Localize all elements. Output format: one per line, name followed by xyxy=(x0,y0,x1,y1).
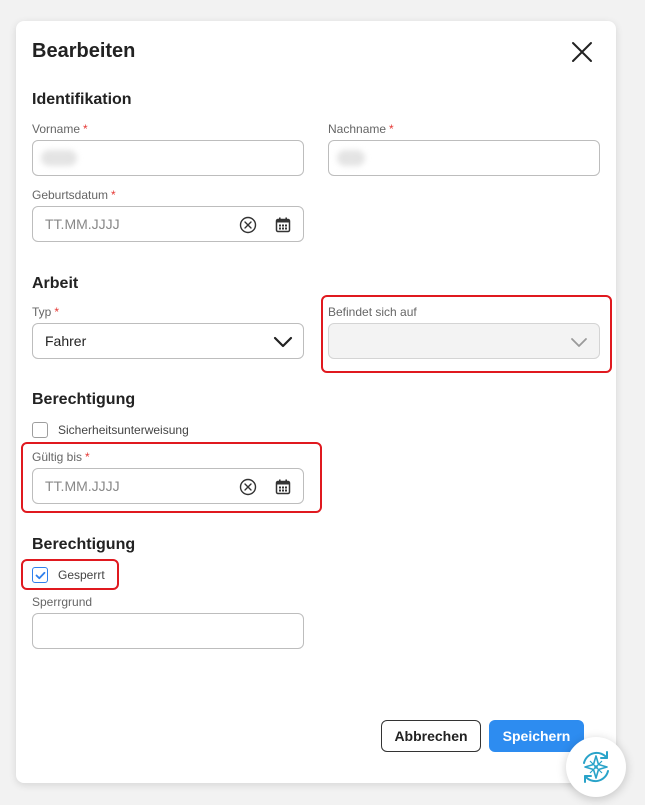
safety-training-label: Sicherheitsunterweisung xyxy=(58,423,189,437)
compass-sync-icon xyxy=(583,751,609,783)
required-marker: * xyxy=(389,122,394,136)
assistant-fab-button[interactable] xyxy=(566,737,626,797)
firstname-input[interactable] xyxy=(32,140,304,176)
type-select[interactable]: Fahrer xyxy=(32,323,304,359)
location-select[interactable] xyxy=(328,323,600,359)
blocked-checkbox[interactable] xyxy=(32,567,48,583)
firstname-label: Vorname * xyxy=(32,122,88,136)
chevron-down-icon xyxy=(569,332,589,352)
clear-icon[interactable] xyxy=(238,477,258,497)
block-reason-label: Sperrgrund xyxy=(32,595,93,609)
calendar-icon[interactable] xyxy=(273,477,293,497)
lastname-redacted-value xyxy=(337,150,365,166)
type-label: Typ * xyxy=(32,305,60,319)
valid-until-input[interactable]: TT.MM.JJJJ xyxy=(32,468,304,504)
work-heading: Arbeit xyxy=(32,275,79,292)
chevron-down-icon xyxy=(273,332,293,352)
calendar-icon[interactable] xyxy=(273,215,293,235)
block-reason-input[interactable] xyxy=(32,613,304,649)
location-label: Befindet sich auf xyxy=(328,305,417,319)
identification-heading: Identifikation xyxy=(32,91,132,108)
birthdate-label: Geburtsdatum * xyxy=(32,188,116,202)
valid-until-label: Gültig bis * xyxy=(32,450,90,464)
safety-training-checkbox[interactable] xyxy=(32,422,48,438)
cancel-button[interactable]: Abbrechen xyxy=(381,720,481,752)
permission-heading: Berechtigung xyxy=(32,391,136,408)
lastname-input[interactable] xyxy=(328,140,600,176)
firstname-redacted-value xyxy=(41,150,77,166)
permission-heading-2: Berechtigung xyxy=(32,536,136,553)
save-button[interactable]: Speichern xyxy=(489,720,584,752)
blocked-label: Gesperrt xyxy=(58,568,105,582)
required-marker: * xyxy=(111,188,116,202)
required-marker: * xyxy=(54,305,60,319)
close-icon[interactable] xyxy=(569,39,595,65)
required-marker: * xyxy=(83,122,88,136)
clear-icon[interactable] xyxy=(238,215,258,235)
edit-dialog: Bearbeiten Identifikation Vorname * Nachn… xyxy=(16,21,616,783)
type-select-value: Fahrer xyxy=(45,333,87,349)
required-marker: * xyxy=(85,450,90,464)
lastname-label: Nachname * xyxy=(328,122,394,136)
birthdate-placeholder: TT.MM.JJJJ xyxy=(45,216,120,232)
birthdate-input[interactable]: TT.MM.JJJJ xyxy=(32,206,304,242)
valid-until-placeholder: TT.MM.JJJJ xyxy=(45,478,120,494)
dialog-title: Bearbeiten xyxy=(32,40,136,62)
